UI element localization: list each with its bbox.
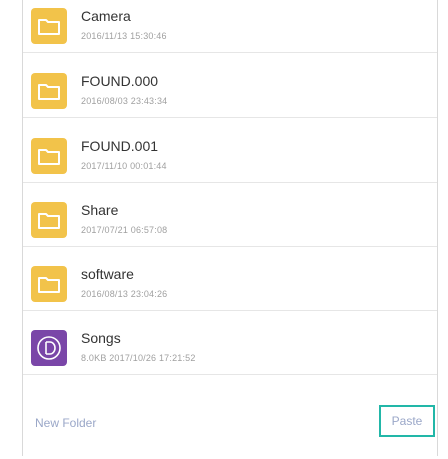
list-item[interactable]: Songs 8.0KB 2017/10/26 17:21:52 bbox=[23, 322, 437, 375]
list-item[interactable]: Share 2017/07/21 06:57:08 bbox=[23, 194, 437, 247]
paste-button[interactable]: Paste bbox=[379, 405, 435, 437]
music-icon bbox=[31, 330, 67, 366]
file-name: Share bbox=[81, 202, 119, 218]
bottom-toolbar: New Folder Paste bbox=[23, 387, 437, 459]
file-name: Songs bbox=[81, 330, 121, 346]
list-item[interactable]: Camera 2016/11/13 15:30:46 bbox=[23, 0, 437, 53]
file-meta: 2016/08/03 23:43:34 bbox=[81, 96, 168, 106]
file-name: FOUND.000 bbox=[81, 73, 159, 89]
file-name: FOUND.001 bbox=[81, 138, 159, 154]
folder-icon bbox=[31, 8, 67, 44]
file-name: software bbox=[81, 266, 134, 282]
new-folder-button[interactable]: New Folder bbox=[35, 416, 96, 430]
list-item[interactable]: software 2016/08/13 23:04:26 bbox=[23, 258, 437, 311]
list-item[interactable]: FOUND.001 2017/11/10 00:01:44 bbox=[23, 130, 437, 183]
file-meta: 2017/07/21 06:57:08 bbox=[81, 225, 168, 235]
folder-icon bbox=[31, 202, 67, 238]
file-name: Camera bbox=[81, 8, 131, 24]
file-meta: 2017/11/10 00:01:44 bbox=[81, 161, 167, 171]
file-meta: 2016/08/13 23:04:26 bbox=[81, 289, 168, 299]
folder-icon bbox=[31, 266, 67, 302]
list-item[interactable]: FOUND.000 2016/08/03 23:43:34 bbox=[23, 65, 437, 118]
folder-icon bbox=[31, 138, 67, 174]
file-meta: 8.0KB 2017/10/26 17:21:52 bbox=[81, 353, 196, 363]
folder-icon bbox=[31, 73, 67, 109]
file-meta: 2016/11/13 15:30:46 bbox=[81, 31, 167, 41]
file-browser: Camera 2016/11/13 15:30:46 FOUND.000 201… bbox=[22, 0, 438, 459]
